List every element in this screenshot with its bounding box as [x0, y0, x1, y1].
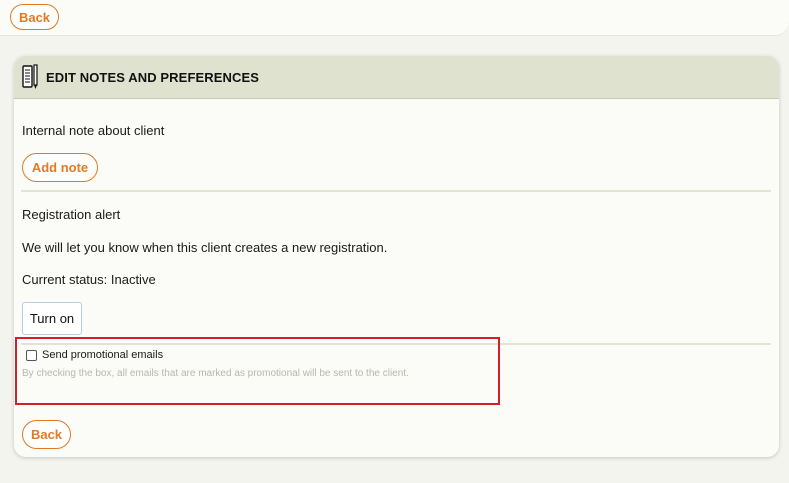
card-title: EDIT NOTES AND PREFERENCES	[46, 69, 260, 85]
notebook-pencil-icon	[21, 63, 39, 91]
highlight-box	[15, 337, 500, 405]
turn-on-button[interactable]: Turn on	[22, 302, 82, 335]
divider	[21, 190, 771, 192]
registration-alert-label: Registration alert	[22, 207, 121, 222]
add-note-button[interactable]: Add note	[22, 153, 98, 182]
top-bar: Back	[0, 0, 789, 36]
top-back-button[interactable]: Back	[10, 4, 59, 30]
bottom-back-button[interactable]: Back	[22, 420, 71, 449]
current-status-text: Current status: Inactive	[22, 272, 156, 287]
registration-alert-description: We will let you know when this client cr…	[22, 240, 388, 255]
card-header: EDIT NOTES AND PREFERENCES	[14, 56, 779, 99]
internal-note-label: Internal note about client	[22, 123, 165, 138]
